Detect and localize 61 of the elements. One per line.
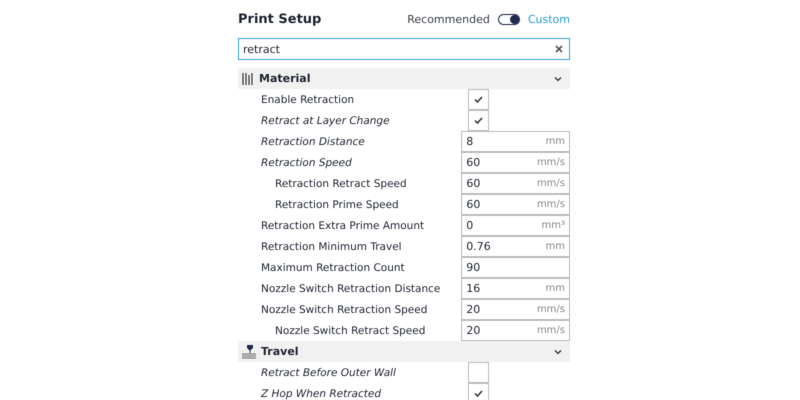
setting-label: Nozzle Switch Retraction Distance: [260, 282, 442, 294]
check-icon: [474, 117, 483, 124]
field-value: 0.76: [466, 240, 491, 253]
input-field[interactable]: 16 mm: [461, 278, 570, 299]
input-field[interactable]: 90: [461, 257, 570, 278]
setting-label: Retraction Minimum Travel: [260, 240, 403, 252]
input-field[interactable]: 60 mm/s: [461, 194, 570, 215]
unit-label: mm: [546, 136, 565, 147]
setting-label: Retract at Layer Change: [260, 114, 391, 126]
input-field[interactable]: 0 mm³: [461, 215, 570, 236]
checkbox[interactable]: [468, 383, 489, 400]
input-field[interactable]: 0.76 mm: [461, 236, 570, 257]
clear-icon[interactable]: [555, 45, 563, 53]
field-value: 0: [466, 219, 474, 232]
nozzle-icon: [241, 344, 257, 358]
mode-option[interactable]: Recommended: [407, 12, 490, 26]
input-field[interactable]: 60 mm/s: [461, 173, 570, 194]
unit-label: mm/s: [536, 178, 565, 189]
setting-label: Retract Before Outer Wall: [260, 366, 397, 378]
checkbox[interactable]: [468, 362, 489, 383]
category-title: Material: [259, 72, 312, 85]
setting-label: Nozzle Switch Retract Speed: [274, 324, 426, 336]
unit-label: mm: [546, 241, 565, 252]
input-field[interactable]: 20 mm/s: [461, 299, 570, 320]
setting-label: Retraction Distance: [260, 136, 366, 148]
check-icon: [474, 390, 483, 397]
unit-label: mm: [546, 283, 565, 294]
field-value: 60: [466, 177, 480, 190]
field-value: 90: [466, 261, 480, 274]
category-header[interactable]: Travel: [238, 341, 570, 362]
input-field[interactable]: 20 mm/s: [461, 320, 570, 341]
panel-title: Print Setup: [238, 12, 322, 26]
setting-label: Z Hop When Retracted: [260, 388, 382, 400]
setting-label: Nozzle Switch Retraction Speed: [260, 304, 428, 316]
input-field[interactable]: 8 mm: [461, 131, 570, 152]
checkbox[interactable]: [468, 89, 489, 110]
category-title: Travel: [261, 345, 300, 358]
setting-label: Retraction Retract Speed: [274, 178, 408, 190]
category-header[interactable]: Material: [238, 68, 570, 89]
unit-label: mm/s: [536, 157, 565, 168]
setting-label: Retraction Prime Speed: [274, 198, 400, 210]
field-value: 60: [466, 198, 480, 211]
search-field[interactable]: retract: [238, 38, 570, 60]
setting-label: Enable Retraction: [260, 94, 356, 106]
field-value: 8: [466, 135, 474, 148]
field-value: 60: [466, 156, 480, 169]
field-value: 20: [466, 324, 480, 337]
mode-toggle[interactable]: [498, 14, 520, 24]
field-value: 16: [466, 282, 480, 295]
setting-label: Retraction Extra Prime Amount: [260, 220, 426, 232]
setting-label: Maximum Retraction Count: [260, 262, 406, 274]
checkbox[interactable]: [468, 110, 489, 131]
check-icon: [474, 96, 483, 103]
unit-label: mm/s: [536, 199, 565, 210]
setting-label: Retraction Speed: [260, 156, 353, 168]
unit-label: mm³: [542, 220, 565, 231]
filament-icon: [241, 72, 255, 86]
input-field[interactable]: 60 mm/s: [461, 152, 570, 173]
field-value: 20: [466, 303, 480, 316]
unit-label: mm/s: [536, 304, 565, 315]
unit-label: mm/s: [536, 325, 565, 336]
